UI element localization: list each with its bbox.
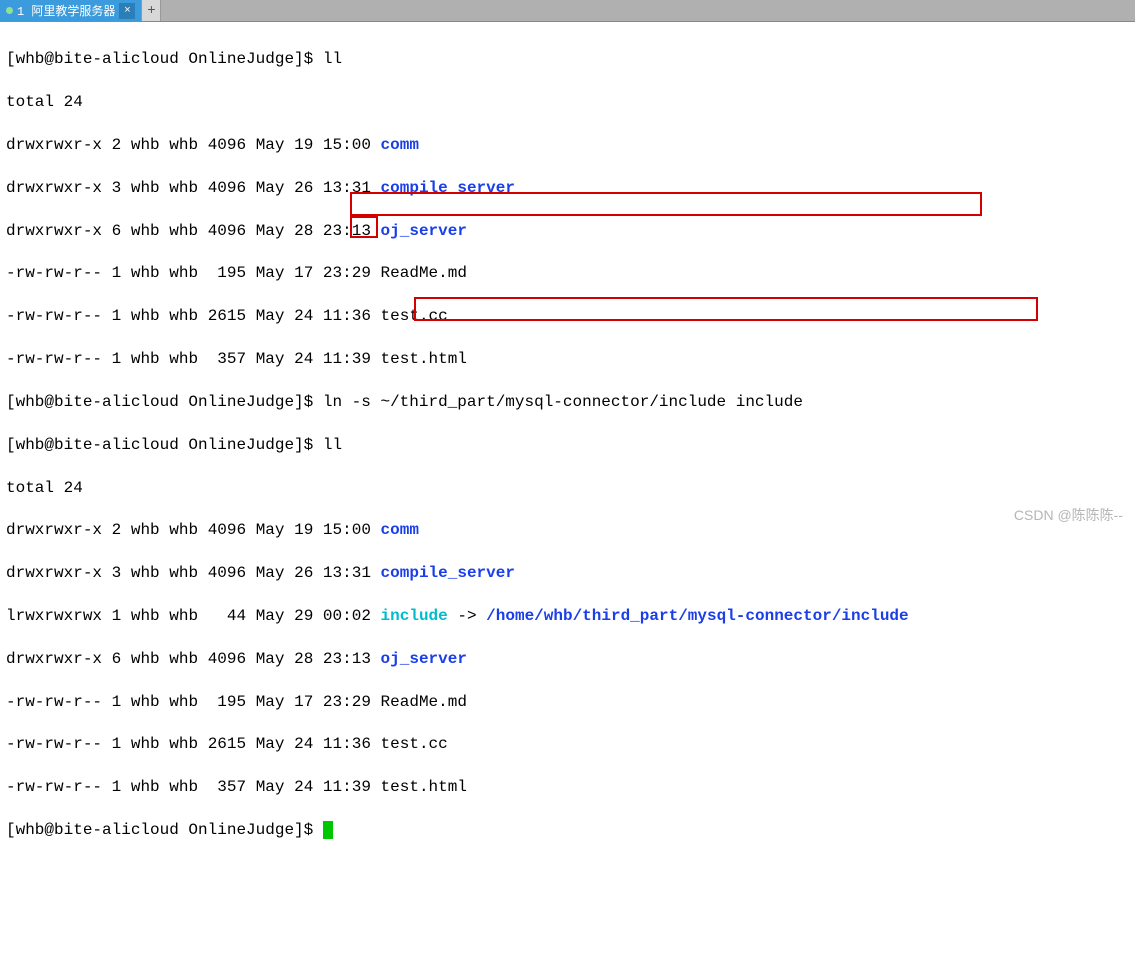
dir-oj-server: oj_server (381, 222, 467, 240)
prompt: [whb@bite-alicloud OnlineJudge]$ (6, 436, 323, 454)
dir-oj-server-2: oj_server (381, 650, 467, 668)
symlink-target: /home/whb/third_part/mysql-connector/inc… (486, 607, 908, 625)
prompt: [whb@bite-alicloud OnlineJudge]$ (6, 50, 323, 68)
status-dot-icon (6, 7, 13, 14)
cursor-icon (323, 821, 333, 839)
dir-comm-2: comm (381, 521, 419, 539)
total-line-1: total 24 (6, 92, 1129, 113)
file-test-cc: test.cc (381, 307, 448, 325)
tab-active[interactable]: 1 阿里教学服务器 × (0, 0, 141, 21)
dir-compile-server-2: compile_server (381, 564, 515, 582)
command-ll-1: ll (323, 50, 342, 68)
prompt: [whb@bite-alicloud OnlineJudge]$ (6, 393, 323, 411)
file-readme-2: ReadMe.md (381, 693, 467, 711)
total-line-2: total 24 (6, 478, 1129, 499)
file-readme: ReadMe.md (381, 264, 467, 282)
tab-title: 1 阿里教学服务器 (17, 2, 115, 19)
watermark: CSDN @陈陈陈-- (1014, 505, 1123, 525)
file-perm: drwxrwxr-x (6, 136, 102, 154)
file-test-cc-2: test.cc (381, 735, 448, 753)
close-icon[interactable]: × (119, 3, 135, 19)
symlink-include: include (381, 607, 448, 625)
dir-comm: comm (381, 136, 419, 154)
file-test-html-2: test.html (381, 778, 467, 796)
prompt: [whb@bite-alicloud OnlineJudge]$ (6, 821, 323, 839)
terminal[interactable]: [whb@bite-alicloud OnlineJudge]$ ll tota… (0, 22, 1135, 954)
tab-bar: 1 阿里教学服务器 × + (0, 0, 1135, 22)
add-tab-button[interactable]: + (141, 0, 161, 21)
dir-compile-server: compile_server (381, 179, 515, 197)
command-ll-2: ll (323, 436, 342, 454)
file-test-html: test.html (381, 350, 467, 368)
command-ln: ln -s ~/third_part/mysql-connector/inclu… (323, 393, 803, 411)
